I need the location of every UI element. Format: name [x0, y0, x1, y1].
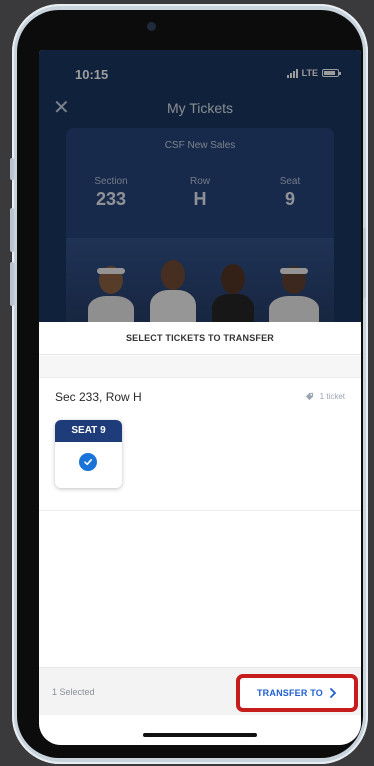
sheet-title: SELECT TICKETS TO TRANSFER — [125, 333, 275, 343]
home-indicator[interactable] — [143, 733, 257, 737]
checkmark-icon[interactable] — [79, 453, 97, 471]
my-tickets-background: 10:15 LTE ✕ My Tickets CSF New Sales Sec… — [39, 50, 361, 328]
modal-overlay[interactable] — [39, 50, 361, 322]
check-glyph — [84, 459, 92, 466]
camera-icon — [147, 22, 156, 31]
phone-notch — [103, 10, 271, 46]
transfer-to-label: TRANSFER TO — [256, 688, 324, 698]
transfer-footer: 1 Selected TRANSFER TO — [39, 667, 361, 715]
ticket-count: 1 ticket — [305, 392, 345, 401]
ticket-tag-icon — [305, 392, 313, 401]
selected-count: 1 Selected — [52, 687, 95, 697]
phone-volume-up — [10, 208, 14, 252]
phone-mute-switch — [10, 158, 14, 180]
ticket-group-label: Sec 233, Row H — [55, 390, 142, 404]
section-divider — [39, 510, 361, 511]
chevron-right-icon — [330, 688, 336, 698]
seat-tile[interactable]: SEAT 9 — [55, 420, 122, 488]
ticket-count-label: 1 ticket — [319, 392, 345, 401]
transfer-to-button[interactable]: TRANSFER TO — [236, 674, 358, 712]
sheet-header: SELECT TICKETS TO TRANSFER — [39, 322, 361, 355]
phone-volume-down — [10, 262, 14, 306]
phone-screen: 10:15 LTE ✕ My Tickets CSF New Sales Sec… — [39, 50, 361, 745]
sheet-spacer — [39, 356, 361, 378]
seat-tile-label: SEAT 9 — [55, 420, 122, 442]
